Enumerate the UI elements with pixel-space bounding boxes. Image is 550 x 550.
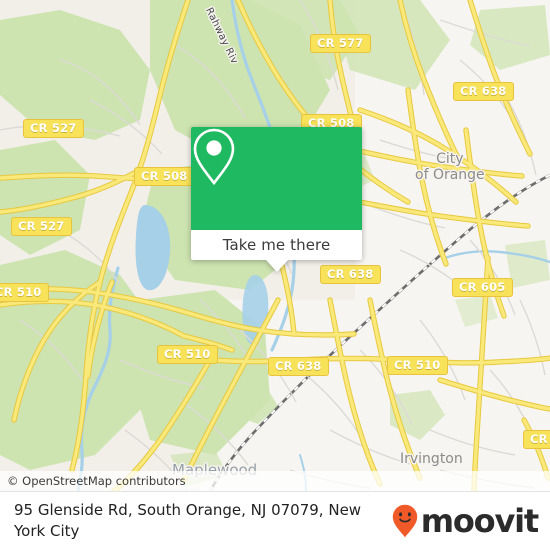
road-shield-cr527-w[interactable]: CR 527	[11, 217, 72, 236]
bottom-bar: 95 Glenside Rd, South Orange, NJ 07079, …	[0, 491, 550, 550]
map-attribution[interactable]: © OpenStreetMap contributors	[0, 471, 550, 491]
popup-header	[191, 127, 362, 230]
popup-tail	[266, 260, 288, 272]
road-shield-cr638-c[interactable]: CR 638	[320, 265, 381, 284]
road-shield-cr638-ne[interactable]: CR 638	[453, 82, 514, 101]
moovit-map-screen: City of Orange Irvington Maplewood Rahway…	[0, 0, 550, 550]
take-me-there-button[interactable]: Take me there	[191, 230, 362, 260]
road-shield-cr510-se[interactable]: CR 510	[387, 356, 448, 375]
location-popup-card[interactable]: Take me there	[191, 127, 362, 272]
road-shield-cr510-w[interactable]: CR 510	[0, 283, 49, 302]
address-text: 95 Glenside Rd, South Orange, NJ 07079, …	[14, 501, 362, 540]
road-shield-cr605[interactable]: CR 605	[452, 278, 513, 297]
take-me-there-label: Take me there	[222, 236, 331, 254]
road-shield-cr638-s[interactable]: CR 638	[268, 357, 329, 376]
road-shield-cr527-nw[interactable]: CR 527	[23, 119, 84, 138]
attribution-text: © OpenStreetMap contributors	[7, 474, 186, 488]
road-shield-cr5-edge[interactable]: CR 5	[523, 430, 550, 449]
moovit-smiley-pin-icon	[392, 504, 417, 538]
road-shield-cr508-w[interactable]: CR 508	[134, 167, 195, 186]
location-pin-icon	[193, 128, 235, 186]
moovit-wordmark: moovit	[420, 502, 539, 540]
road-shield-cr577[interactable]: CR 577	[310, 34, 371, 53]
moovit-logo[interactable]: moovit	[392, 502, 539, 540]
road-shield-cr510-sw[interactable]: CR 510	[157, 345, 218, 364]
map-canvas[interactable]: City of Orange Irvington Maplewood Rahway…	[0, 0, 550, 491]
